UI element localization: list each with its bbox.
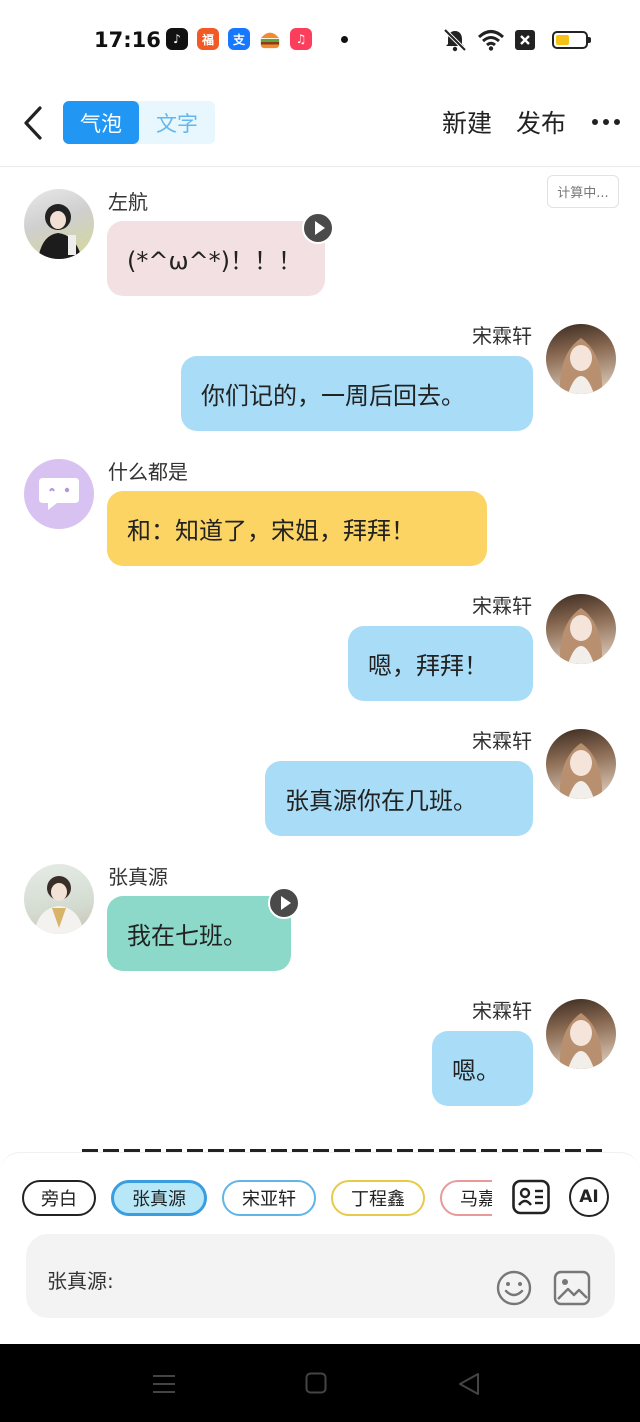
more-notifications-dot	[341, 35, 348, 43]
message-bubble[interactable]: 你们记的，一周后回去。	[181, 356, 533, 431]
ai-button[interactable]: AI	[569, 1177, 609, 1217]
image-icon[interactable]	[553, 1269, 591, 1307]
new-button[interactable]: 新建	[442, 104, 492, 140]
avatar-songlinxuan[interactable]	[546, 999, 616, 1069]
message-text: 张真源你在几班。	[285, 787, 477, 815]
emoji-icon[interactable]	[495, 1269, 533, 1307]
message-text: 我在七班。	[127, 922, 247, 950]
avatar-songlinxuan[interactable]	[546, 729, 616, 799]
message-bubble[interactable]: 嗯。	[432, 1031, 533, 1106]
avatar-songlinxuan[interactable]	[546, 594, 616, 664]
message-sender-name: 宋霖轩	[472, 729, 532, 753]
message-text: 和：知道了，宋姐，拜拜！	[127, 517, 415, 545]
system-navigation-bar	[0, 1344, 640, 1422]
role-chip[interactable]: 旁白	[22, 1180, 96, 1216]
message-sender-name: 什么都是	[108, 460, 188, 484]
wifi-icon	[477, 29, 505, 55]
burger-icon	[259, 28, 281, 50]
avatar-zuohang[interactable]	[24, 189, 94, 259]
more-options-icon[interactable]	[592, 119, 620, 125]
message-sender-name: 宋霖轩	[472, 594, 532, 618]
message-sender-name: 宋霖轩	[472, 324, 532, 348]
alipay-icon: 支	[228, 28, 250, 50]
taobao-deals-icon: 福	[197, 28, 219, 50]
message-sender-name: 张真源	[108, 865, 168, 889]
nav-actions: 新建 发布	[442, 104, 620, 140]
mute-bell-icon	[442, 28, 468, 56]
contact-card-icon	[512, 1179, 550, 1215]
notification-app-icons: ♪ 福 支 ♫	[166, 28, 348, 50]
menu-key-icon[interactable]	[152, 1372, 176, 1400]
message-sender-name: 宋霖轩	[472, 999, 532, 1023]
message-bubble[interactable]: 我在七班。	[107, 896, 291, 971]
message-bubble[interactable]: (*^ω^*)！！！	[107, 221, 325, 296]
status-bar: 17:16 ♪ 福 支 ♫	[0, 0, 640, 80]
role-chip-selected[interactable]: 张真源	[111, 1180, 207, 1216]
message-bubble[interactable]: 嗯，拜拜！	[348, 626, 533, 701]
message-text: 嗯，拜拜！	[368, 652, 488, 680]
status-time: 17:16	[94, 28, 161, 52]
role-chip[interactable]: 宋亚轩	[222, 1180, 316, 1216]
role-chip[interactable]: 丁程鑫	[331, 1180, 425, 1216]
douyin-icon: ♪	[166, 28, 188, 50]
music-icon: ♫	[290, 28, 312, 50]
back-button[interactable]	[16, 102, 50, 144]
compose-panel: 旁白 张真源 宋亚轩 丁程鑫 马嘉 AI 张真源:	[0, 1152, 640, 1344]
message-sender-name: 左航	[108, 190, 148, 214]
sim-off-icon	[514, 29, 536, 55]
top-nav-bar: 气泡 文字 新建 发布	[0, 80, 640, 167]
home-key-icon[interactable]	[305, 1372, 327, 1398]
message-text: 嗯。	[452, 1057, 500, 1085]
voice-play-icon[interactable]	[302, 212, 334, 244]
voice-play-icon[interactable]	[268, 887, 300, 919]
role-chip[interactable]: 马嘉	[440, 1180, 492, 1216]
battery-icon	[552, 31, 591, 49]
character-card-button[interactable]	[511, 1177, 551, 1217]
message-text: 你们记的，一周后回去。	[201, 382, 465, 410]
message-bubble[interactable]: 和：知道了，宋姐，拜拜！	[107, 491, 487, 566]
role-chip-list[interactable]: 旁白 张真源 宋亚轩 丁程鑫 马嘉	[22, 1180, 492, 1216]
avatar-zhangzhenyuan[interactable]	[24, 864, 94, 934]
avatar-songlinxuan[interactable]	[546, 324, 616, 394]
calculating-badge: 计算中...	[547, 175, 619, 208]
chevron-left-icon	[24, 106, 42, 140]
message-text: (*^ω^*)！！！	[127, 247, 303, 275]
back-key-icon[interactable]	[458, 1372, 480, 1400]
publish-button[interactable]: 发布	[516, 104, 566, 140]
avatar-chat-bubble-icon[interactable]	[24, 459, 94, 529]
tab-bubble[interactable]: 气泡	[63, 101, 139, 144]
system-icons	[442, 28, 536, 56]
input-speaker-label: 张真源:	[47, 1269, 114, 1293]
message-input[interactable]: 张真源:	[26, 1234, 615, 1318]
mode-segment-control: 气泡 文字	[63, 101, 215, 144]
tab-text[interactable]: 文字	[139, 101, 215, 144]
message-bubble[interactable]: 张真源你在几班。	[265, 761, 533, 836]
